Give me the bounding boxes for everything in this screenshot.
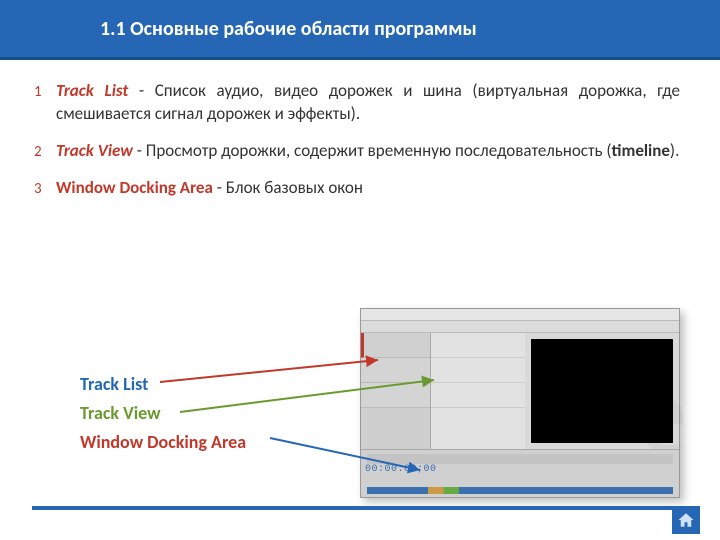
home-icon [677,511,695,529]
definition-item: 1 Track List - Список аудио, видео дорож… [56,80,680,126]
screenshot-trackview [431,333,525,449]
home-button[interactable] [672,506,700,534]
slide-header: 1.1 Основные рабочие области программы [0,0,720,60]
slide-body: 1 Track List - Список аудио, видео дорож… [0,60,720,200]
slide-title: 1.1 Основные рабочие области программы [100,17,477,41]
screenshot-menubar [361,309,679,321]
term-desc: - Блок базовых окон [213,177,363,198]
screenshot-tracklist [361,333,431,449]
term-desc: - Просмотр дорожки, содержит временную п… [133,140,603,161]
screenshot-preview [531,339,673,443]
item-number: 3 [34,179,42,199]
term-desc: - Список аудио, видео дорожек и шина (ви… [56,80,680,124]
item-number: 2 [34,142,42,162]
legend: Track List Track View Window Docking Are… [80,370,246,456]
screenshot-main [361,333,679,449]
screenshot-timecode: 00:00:00;00 [365,464,437,475]
term-label: Track List [56,80,128,101]
app-screenshot: 00:00:00;00 [360,308,680,498]
definition-item: 3 Window Docking Area - Блок базовых око… [56,177,680,200]
footer-divider [32,506,688,510]
term-label: Window Docking Area [56,177,213,198]
legend-track-view: Track View [80,399,246,428]
item-number: 1 [34,82,42,102]
definition-item: 2 Track View - Просмотр дорожки, содержи… [56,140,680,163]
term-label: Track View [56,140,133,161]
term-bold: timeline [612,140,670,161]
legend-window-docking: Window Docking Area [80,428,246,457]
screenshot-dock: 00:00:00;00 [361,449,679,497]
legend-track-list: Track List [80,370,246,399]
screenshot-toolbar [361,321,679,333]
